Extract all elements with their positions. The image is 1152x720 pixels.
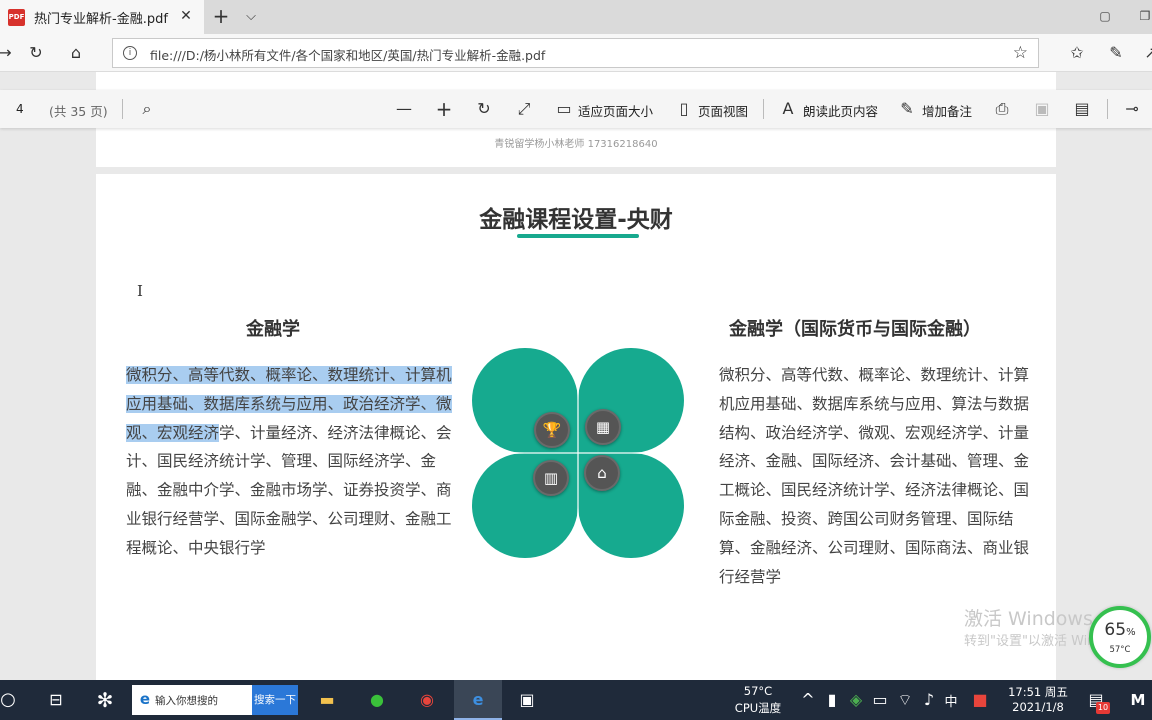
info-icon[interactable]: i [123,46,137,60]
pdf-toolbar: 4 (共 35 页) ⌕ — + ↻ ⤢ ▭ 适应页面大小 ▯ 页面视图 A 朗… [0,90,1152,128]
page-view-icon[interactable]: ▯ [674,99,694,119]
search-icon[interactable]: ⌕ [137,99,157,119]
page-number-input[interactable]: 4 [8,97,38,121]
fit-page-button[interactable]: 适应页面大小 [578,101,653,120]
text-cursor-icon: I [137,282,143,300]
read-aloud-button[interactable]: 朗读此页内容 [803,101,878,120]
address-input[interactable]: i file:///D:/杨小林所有文件/各个国家和地区/英国/热门专业解析-金… [112,38,1039,68]
clock-date[interactable]: 2021/1/8 [1000,700,1076,714]
left-column-text-rest: 学、计量经济、经济法律概论、会计、国民经济统计学、管理、国际经济学、金融、金融中… [126,423,452,557]
recorder-app-icon[interactable]: ▣ [515,688,539,712]
add-note-button[interactable]: 增加备注 [922,101,972,120]
search-button[interactable]: 搜索一下 [252,685,298,715]
page-footer-note: 青锐留学杨小林老师 17316218640 [494,139,658,150]
clover-graphic: 🏆 ▦ ▥ ⌂ [472,348,684,558]
gauge-temperature: 57°C [1109,645,1131,655]
read-aloud-icon[interactable]: A [778,99,798,119]
clover-divider [472,452,684,454]
gauge-percent-sign: % [1126,627,1136,638]
rotate-icon[interactable]: ↻ [474,99,494,119]
toolbar-divider [763,99,764,119]
toolbar-divider [122,99,123,119]
pen-icon[interactable]: ✎ [1105,42,1127,64]
pdf-document-area[interactable]: 青锐留学杨小林老师 17316218640 金融课程设置-央财 I 金融学 微积… [0,72,1152,680]
cpu-label: CPU温度 [734,701,782,715]
right-column-heading: 金融学（国际货币与国际金融） [729,319,981,340]
tray-app-icon[interactable]: M [1126,688,1150,712]
fit-page-icon[interactable]: ▭ [554,99,574,119]
ie-logo-icon: e [139,690,151,708]
edge-icon[interactable]: e [466,688,490,712]
page-view-button[interactable]: 页面视图 [698,101,748,120]
title-underline [517,234,639,238]
file-explorer-icon[interactable]: ▬ [315,688,339,712]
url-text: file:///D:/杨小林所有文件/各个国家和地区/英国/热门专业解析-金融.… [150,48,546,63]
favorites-icon[interactable]: ✩ [1066,42,1088,64]
pin-toolbar-icon[interactable]: ⊸ [1122,99,1142,119]
browser-tab-bar: PDF 热门专业解析-金融.pdf ✕ + ⌵ ▢ ❐ [0,0,1152,34]
pen-icon[interactable]: ✎ [897,99,917,119]
wifi-icon[interactable]: ⌔ [893,688,917,712]
right-column-text[interactable]: 微积分、高等代数、概率论、数理统计、计算机应用基础、数据库系统与应用、算法与数据… [719,361,1037,591]
favorite-star-icon[interactable]: ☆ [1013,43,1028,63]
new-tab-icon[interactable]: + [209,5,233,29]
windows-taskbar: ○ ⊟ ✻ e 输入你想搜的 搜索一下 ▬ ● ◉ e ▣ 57°C CPU温度… [0,680,1152,720]
taskbar-search-box[interactable]: e 输入你想搜的 搜索一下 [132,685,298,715]
browser-tab-active[interactable]: PDF 热门专业解析-金融.pdf ✕ [0,0,204,34]
tab-title: 热门专业解析-金融.pdf [34,11,168,27]
back-icon[interactable]: → [0,42,16,64]
fullscreen-icon[interactable]: ⤢ [514,99,534,119]
save-as-icon[interactable]: ▤ [1072,99,1092,119]
chrome-icon[interactable]: ◉ [415,688,439,712]
building-icon: ▥ [533,460,569,496]
chevron-up-icon[interactable]: ^ [796,688,820,712]
volume-icon[interactable]: ♪ [917,688,941,712]
share-icon[interactable]: ↗ [1140,42,1152,64]
battery-icon[interactable]: ▭ [868,688,892,712]
activation-watermark-title: 激活 Windows [964,608,1093,630]
slide-title: 金融课程设置-央财 [479,207,673,233]
cpu-usage-gauge[interactable]: 65% 57°C [1089,606,1151,668]
toolbar-divider [1107,99,1108,119]
zoom-in-icon[interactable]: + [434,99,454,119]
pdf-file-icon: PDF [8,8,25,26]
close-tab-icon[interactable]: ✕ [176,6,196,26]
zoom-out-icon[interactable]: — [394,99,414,119]
input-method-icon[interactable]: ■ [968,688,992,712]
page-total-label: (共 35 页) [49,104,108,119]
refresh-icon[interactable]: ↻ [25,42,47,64]
wechat-icon[interactable]: ● [365,688,389,712]
notification-badge: 10 [1096,702,1110,714]
left-column-heading: 金融学 [246,319,300,340]
address-bar-row: → ↻ ⌂ i file:///D:/杨小林所有文件/各个国家和地区/英国/热门… [0,34,1152,72]
usb-icon[interactable]: ▮ [820,688,844,712]
save-icon[interactable]: ▣ [1032,99,1052,119]
presentation-icon: ▦ [585,409,621,445]
trophy-icon: 🏆 [534,412,570,448]
clock-time[interactable]: 17:51 周五 [1000,684,1076,700]
cpu-temperature: 57°C [743,684,773,698]
left-column-text[interactable]: 微积分、高等代数、概率论、数理统计、计算机应用基础、数据库系统与应用、政治经济学… [126,361,464,563]
cortana-icon[interactable]: ○ [0,688,20,712]
search-input[interactable]: 输入你想搜的 [155,693,218,708]
chevron-down-icon[interactable]: ⌵ [240,5,262,29]
pdf-page-current: 金融课程设置-央财 I 金融学 微积分、高等代数、概率论、数理统计、计算机应用基… [96,174,1056,680]
restore-icon[interactable]: ❐ [1136,7,1152,25]
ime-indicator[interactable]: 中 [940,691,962,710]
home-icon[interactable]: ⌂ [65,42,87,64]
security-icon[interactable]: ◈ [844,688,868,712]
minimize-icon[interactable]: ▢ [1096,7,1114,25]
map-icon: ⌂ [584,455,620,491]
gauge-percent: 65 [1104,620,1127,640]
print-icon[interactable]: ⎙ [992,99,1012,119]
pinwheel-app-icon[interactable]: ✻ [93,688,117,712]
task-view-icon[interactable]: ⊟ [44,688,68,712]
